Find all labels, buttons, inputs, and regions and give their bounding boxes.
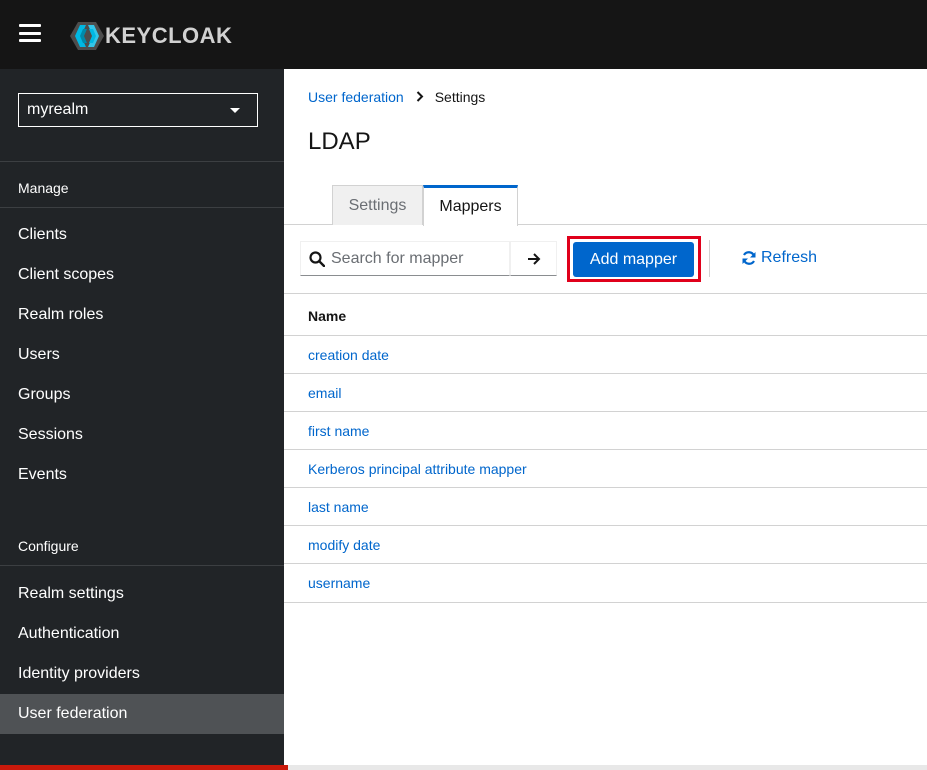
sidebar-item-realm-roles[interactable]: Realm roles <box>0 295 284 335</box>
breadcrumb: User federation Settings <box>308 89 485 105</box>
sidebar-item-groups[interactable]: Groups <box>0 375 284 415</box>
sidebar-item-identity-providers[interactable]: Identity providers <box>0 654 284 694</box>
caret-down-icon <box>230 108 240 113</box>
keycloak-logo-icon <box>70 22 104 50</box>
table-top-border <box>284 293 927 294</box>
table-row: username <box>284 563 927 601</box>
mapper-link[interactable]: first name <box>308 423 369 439</box>
sidebar-divider <box>0 207 284 208</box>
sidebar-item-user-federation[interactable]: User federation <box>0 694 284 734</box>
tab-mappers[interactable]: Mappers <box>423 185 518 226</box>
mapper-link[interactable]: modify date <box>308 537 380 553</box>
sidebar-item-events[interactable]: Events <box>0 455 284 495</box>
arrow-right-icon <box>527 252 540 265</box>
realm-selector[interactable]: myrealm <box>18 93 258 127</box>
sidebar-item-realm-settings[interactable]: Realm settings <box>0 574 284 614</box>
column-header-name[interactable]: Name <box>308 308 346 324</box>
logo-text: KEYCLOAK <box>105 23 233 48</box>
search-submit-button[interactable] <box>510 241 557 276</box>
table-row: email <box>284 373 927 411</box>
refresh-label: Refresh <box>761 249 818 266</box>
table-row: last name <box>284 487 927 525</box>
sidebar-item-clients[interactable]: Clients <box>0 215 284 255</box>
mapper-link[interactable]: username <box>308 575 370 591</box>
sidebar-divider <box>0 161 284 162</box>
mapper-link[interactable]: last name <box>308 499 369 515</box>
table-row: first name <box>284 411 927 449</box>
table-row: modify date <box>284 525 927 563</box>
search-input[interactable] <box>331 249 501 268</box>
breadcrumb-current: Settings <box>434 89 486 105</box>
page-title: LDAP <box>308 128 371 155</box>
sidebar-item-client-scopes[interactable]: Client scopes <box>0 255 284 295</box>
table-bottom-border <box>284 602 927 603</box>
section-label-manage: Manage <box>18 180 69 196</box>
bottom-accent-bar <box>0 765 288 770</box>
bottom-scrollbar-track <box>288 765 927 770</box>
mapper-link[interactable]: Kerberos principal attribute mapper <box>308 461 527 477</box>
sidebar-item-authentication[interactable]: Authentication <box>0 614 284 654</box>
main-content: User federation Settings LDAP Settings M… <box>284 69 927 765</box>
search-box <box>300 241 510 276</box>
section-label-configure: Configure <box>18 538 79 554</box>
masthead: KEYCLOAK <box>0 0 927 69</box>
realm-name: myrealm <box>27 101 89 118</box>
sidebar-divider <box>0 565 284 566</box>
search-icon <box>309 250 325 267</box>
table-row: creation date <box>284 335 927 373</box>
sidebar: myrealm Manage Clients Client scopes Rea… <box>0 69 284 770</box>
mapper-link[interactable]: creation date <box>308 347 389 363</box>
hamburger-icon[interactable] <box>19 24 41 42</box>
refresh-icon <box>742 251 756 265</box>
sidebar-item-sessions[interactable]: Sessions <box>0 415 284 455</box>
sidebar-item-users[interactable]: Users <box>0 335 284 375</box>
chevron-right-icon <box>416 89 424 105</box>
tab-settings[interactable]: Settings <box>332 185 423 225</box>
refresh-button[interactable]: Refresh <box>741 249 817 267</box>
table-row: Kerberos principal attribute mapper <box>284 449 927 487</box>
toolbar-separator <box>709 240 710 277</box>
mapper-link[interactable]: email <box>308 385 341 401</box>
keycloak-logo[interactable]: KEYCLOAK <box>70 20 232 52</box>
add-mapper-button[interactable]: Add mapper <box>573 242 694 277</box>
breadcrumb-link-user-federation[interactable]: User federation <box>308 89 404 105</box>
